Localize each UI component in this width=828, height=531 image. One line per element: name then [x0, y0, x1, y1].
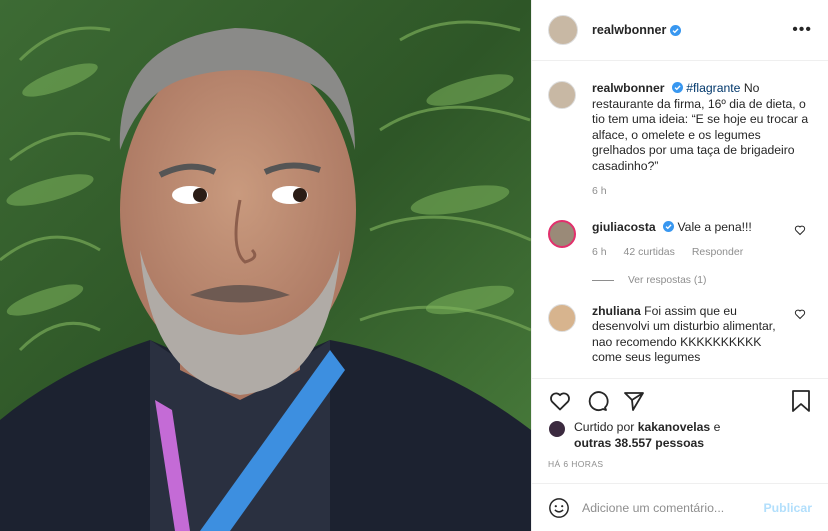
comment-input[interactable]: Adicione um comentário...: [582, 501, 763, 515]
selfie-image: [0, 0, 531, 531]
comment-time[interactable]: 6 h: [592, 246, 607, 258]
verified-badge-icon: [663, 220, 675, 232]
verified-badge-icon: [671, 82, 683, 93]
post-header: realwbonner •••: [532, 0, 828, 61]
caption-username[interactable]: realwbonner: [592, 81, 664, 95]
caption-hashtag[interactable]: #flagrante: [686, 81, 740, 95]
comment: giuliacosta Vale a pena!!! 6 h 42 curtid…: [548, 219, 812, 261]
like-comment-heart-icon[interactable]: [794, 308, 806, 320]
view-replies-label[interactable]: Ver respostas (1): [628, 275, 706, 286]
verified-badge-icon: [670, 24, 682, 36]
likes-summary: Curtido por kakanovelas e outras 38.557 …: [548, 419, 812, 451]
comment-likes[interactable]: 42 curtidas: [624, 246, 675, 258]
add-comment-bar: Adicione um comentário... Publicar: [532, 483, 828, 531]
author-username[interactable]: realwbonner: [592, 23, 666, 37]
commenter-avatar[interactable]: [548, 303, 576, 332]
comment-bubble-icon[interactable]: [585, 389, 609, 413]
author-avatar[interactable]: [548, 15, 578, 45]
publish-button[interactable]: Publicar: [763, 501, 812, 515]
view-replies[interactable]: Ver respostas (1): [592, 275, 812, 286]
likes-prefix: Curtido por: [574, 420, 635, 434]
caption-time[interactable]: 6 h: [592, 185, 607, 197]
caption-avatar[interactable]: [548, 81, 576, 109]
like-comment-heart-icon[interactable]: [794, 224, 806, 236]
share-paper-plane-icon[interactable]: [622, 389, 646, 413]
post-dialog: realwbonner ••• realwbonner #flagrante N: [0, 0, 828, 531]
replies-divider: [592, 279, 614, 281]
more-horizontal-icon[interactable]: •••: [792, 22, 812, 38]
caption: realwbonner #flagrante No restaurante da…: [548, 81, 812, 200]
likes-conj: e: [713, 420, 721, 434]
bookmark-icon[interactable]: [790, 389, 812, 413]
comment: zhuliana Foi assim que eu desenvolvi um …: [548, 303, 812, 366]
comment-username[interactable]: giuliacosta: [592, 220, 656, 234]
commenter-avatar[interactable]: [548, 219, 576, 248]
post-actions: Curtido por kakanovelas e outras 38.557 …: [532, 378, 828, 469]
comment-username[interactable]: zhuliana: [592, 304, 641, 318]
post-photo[interactable]: [0, 0, 531, 531]
like-heart-icon[interactable]: [548, 389, 572, 413]
comments-list: realwbonner #flagrante No restaurante da…: [532, 61, 828, 378]
post-timestamp[interactable]: HÁ 6 HORAS: [548, 459, 812, 469]
reply-button[interactable]: Responder: [692, 246, 743, 258]
likes-others[interactable]: outras 38.557 pessoas: [574, 436, 704, 450]
liker-avatar[interactable]: [548, 420, 566, 438]
post-sidebar: realwbonner ••• realwbonner #flagrante N: [531, 0, 828, 531]
emoji-smiley-icon[interactable]: [548, 497, 570, 519]
liker-username[interactable]: kakanovelas: [638, 420, 711, 434]
comment-text: Vale a pena!!!: [677, 219, 752, 234]
